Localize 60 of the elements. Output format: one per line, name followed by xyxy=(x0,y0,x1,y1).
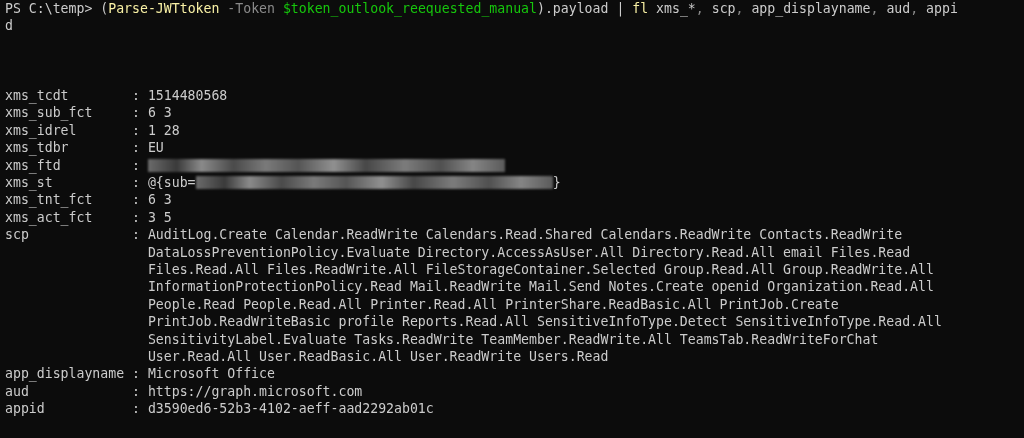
colon-text: : xyxy=(132,157,140,173)
field-value: 1 28 xyxy=(147,121,180,140)
field-value: @{sub= xyxy=(147,174,196,192)
field-value: 3 5 xyxy=(147,208,172,227)
field-name: xms_tcdt xyxy=(5,86,70,105)
colon-text: : xyxy=(132,227,140,243)
field-name: xms_ftd xyxy=(5,156,62,174)
colon-text: : xyxy=(132,401,140,417)
command-text: aud xyxy=(886,1,911,16)
field-name: xms_tnt_fct xyxy=(5,191,94,209)
command-text: scp xyxy=(711,1,736,16)
command-text: ).payload | xyxy=(537,1,626,16)
colon-text: : xyxy=(132,192,140,208)
command-text: , xyxy=(910,1,920,16)
command-text: xms_* xyxy=(655,1,696,16)
command-text: appi xyxy=(926,1,958,16)
colon-text: : xyxy=(132,87,140,103)
colon-text: : xyxy=(132,383,140,399)
field-value: https://graph.microsoft.com xyxy=(147,382,363,401)
field-name: app_displayname xyxy=(5,365,126,383)
field-value: Files.Read.All Files.ReadWrite.All FileStorageContainer.Selected Group.Read.All Group.ReadWrite.All xyxy=(147,261,935,279)
command-text: , xyxy=(735,1,745,16)
field-value: InformationProtectionPolicy.Read Mail.ReadWrite Mail.Send Notes.Create openid Organization.Read.All xyxy=(147,278,935,296)
field-value: People.Read People.Read.All Printer.Read.All PrinterShare.ReadBasic.All PrintJob.Create xyxy=(147,295,840,314)
field-name: xms_sub_fct xyxy=(5,104,94,122)
colon-text: : xyxy=(132,122,140,138)
command-text: d xyxy=(5,18,13,34)
field-value: PrintJob.ReadWriteBasic profile Reports.Read.All SensitiveInfoType.Detect SensitiveInfoType.Read.All xyxy=(147,313,942,331)
field-value: SensitivityLabel.Evaluate Tasks.ReadWrite TeamMember.ReadWrite.All TeamsTab.ReadWriteForChat xyxy=(147,330,880,349)
field-value: 6 3 xyxy=(147,191,172,209)
colon-text: : xyxy=(132,140,140,156)
command-text: fl xyxy=(632,1,649,16)
prompt-text: PS C:\temp> xyxy=(5,1,94,16)
field-name: xms_st xyxy=(5,174,54,192)
field-name: scp xyxy=(5,226,30,245)
colon-text: : xyxy=(132,366,140,382)
command-text: -Token xyxy=(226,1,275,16)
colon-text: : xyxy=(132,105,140,121)
field-name: xms_tdbr xyxy=(5,139,70,157)
field-name: appid xyxy=(5,400,46,418)
field-value: DataLossPreventionPolicy.Evaluate Directory.AccessAsUser.All Directory.Read.All email Files.Read xyxy=(147,243,912,262)
field-name: xms_act_fct xyxy=(5,208,94,227)
field-value: 1514480568 xyxy=(147,86,228,105)
command-text: Parse-JWTtoken xyxy=(108,1,220,16)
command-text: , xyxy=(695,1,705,16)
field-value: User.Read.All User.ReadBasic.All User.ReadWrite Users.Read xyxy=(147,348,610,366)
command-text: , xyxy=(870,1,880,16)
field-value: Microsoft Office xyxy=(147,365,275,383)
field-value: } xyxy=(552,174,561,192)
command-text: ( xyxy=(100,1,109,16)
command-text: $token_outlook_reequested_manual xyxy=(281,1,537,16)
field-value: AuditLog.Create Calendar.ReadWrite Calendars.Read.Shared Calendars.ReadWrite Contacts.ReadWrite xyxy=(147,226,904,244)
field-value: EU xyxy=(147,139,164,157)
colon-text: : xyxy=(132,175,140,190)
field-name: aud xyxy=(5,382,30,401)
command-text: app_displayname xyxy=(751,1,871,16)
colon-text: : xyxy=(132,209,140,225)
field-name: xms_idrel xyxy=(5,121,78,140)
field-value: d3590ed6-52b3-4102-aeff-aad2292ab01c xyxy=(147,400,434,418)
field-value: 6 3 xyxy=(147,104,172,122)
